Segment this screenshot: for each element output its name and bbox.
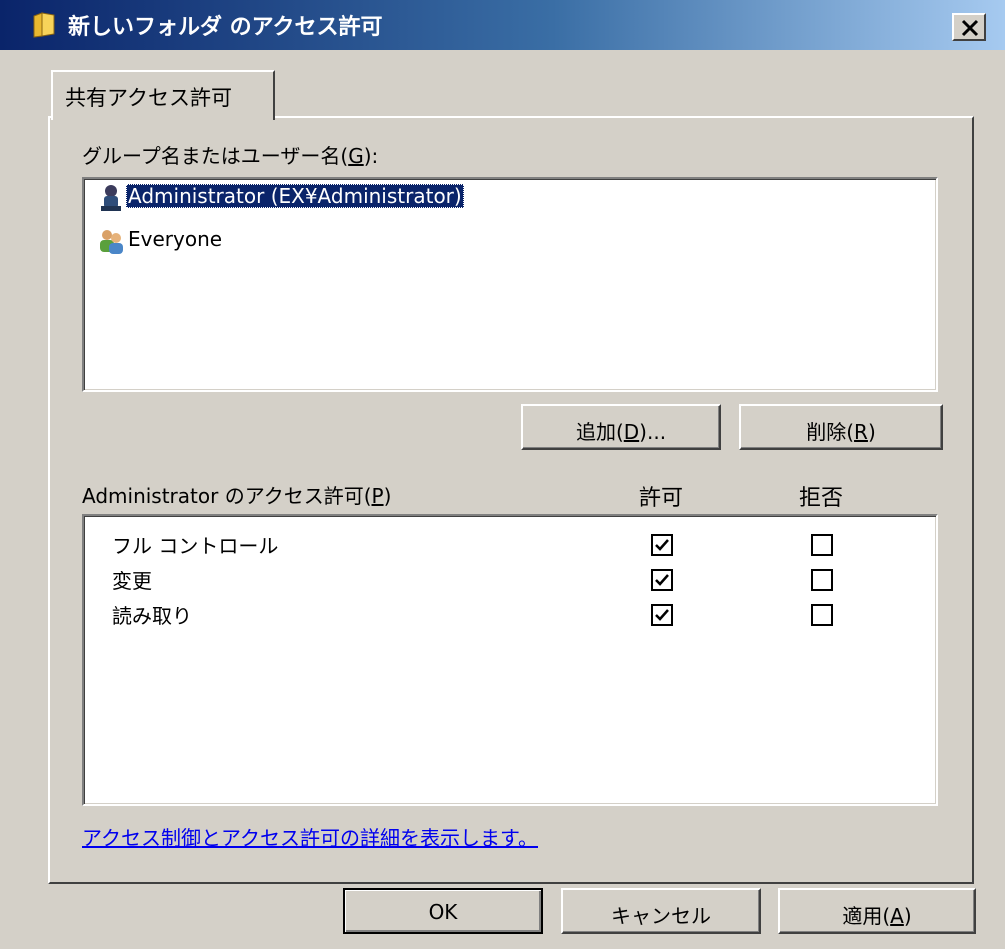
list-item[interactable]: Everyone xyxy=(90,226,930,256)
folder-icon xyxy=(32,12,56,38)
user-name: Everyone xyxy=(128,227,223,251)
permissions-label: Administrator のアクセス許可(P) xyxy=(82,484,392,508)
deny-full-control-checkbox[interactable] xyxy=(811,534,833,556)
allow-column-header: 許可 xyxy=(639,486,684,511)
title-bar[interactable]: 新しいフォルダ のアクセス許可 xyxy=(0,0,1005,50)
permissions-list: フル コントロール 変更 読み取り xyxy=(82,514,938,806)
user-icon xyxy=(96,183,126,213)
tab-label: 共有アクセス許可 xyxy=(65,86,232,110)
group-icon xyxy=(96,226,126,256)
checkmark-icon xyxy=(655,539,669,551)
user-list[interactable]: Administrator (EX¥Administrator) Everyon… xyxy=(82,177,938,392)
window-title: 新しいフォルダ のアクセス許可 xyxy=(68,15,383,40)
checkmark-icon xyxy=(655,609,669,621)
remove-button[interactable]: 削除(R) xyxy=(739,404,943,450)
ok-button[interactable]: OK xyxy=(343,888,543,934)
permission-row-change: 変更 xyxy=(112,565,152,597)
help-link[interactable]: アクセス制御とアクセス許可の詳細を表示します。 xyxy=(82,822,538,851)
add-button[interactable]: 追加(D)... xyxy=(521,404,721,450)
allow-read-checkbox[interactable] xyxy=(651,604,673,626)
permission-row-full-control: フル コントロール xyxy=(112,530,278,562)
cancel-button[interactable]: キャンセル xyxy=(561,888,761,934)
permission-name: 読み取り xyxy=(112,604,192,628)
close-icon xyxy=(961,19,979,37)
tab-share-permissions[interactable]: 共有アクセス許可 xyxy=(51,70,275,120)
group-user-label: グループ名またはユーザー名(G): xyxy=(82,144,379,168)
user-name: Administrator (EX¥Administrator) xyxy=(126,184,464,208)
allow-full-control-checkbox[interactable] xyxy=(651,534,673,556)
allow-change-checkbox[interactable] xyxy=(651,569,673,591)
permission-name: フル コントロール xyxy=(112,534,279,558)
close-button[interactable] xyxy=(952,13,986,41)
deny-change-checkbox[interactable] xyxy=(811,569,833,591)
deny-column-header: 拒否 xyxy=(799,486,844,511)
permission-row-read: 読み取り xyxy=(112,600,192,632)
list-item[interactable]: Administrator (EX¥Administrator) xyxy=(90,183,930,213)
permission-name: 変更 xyxy=(112,569,152,593)
checkmark-icon xyxy=(655,574,669,586)
deny-read-checkbox[interactable] xyxy=(811,604,833,626)
apply-button[interactable]: 適用(A) xyxy=(778,888,976,934)
